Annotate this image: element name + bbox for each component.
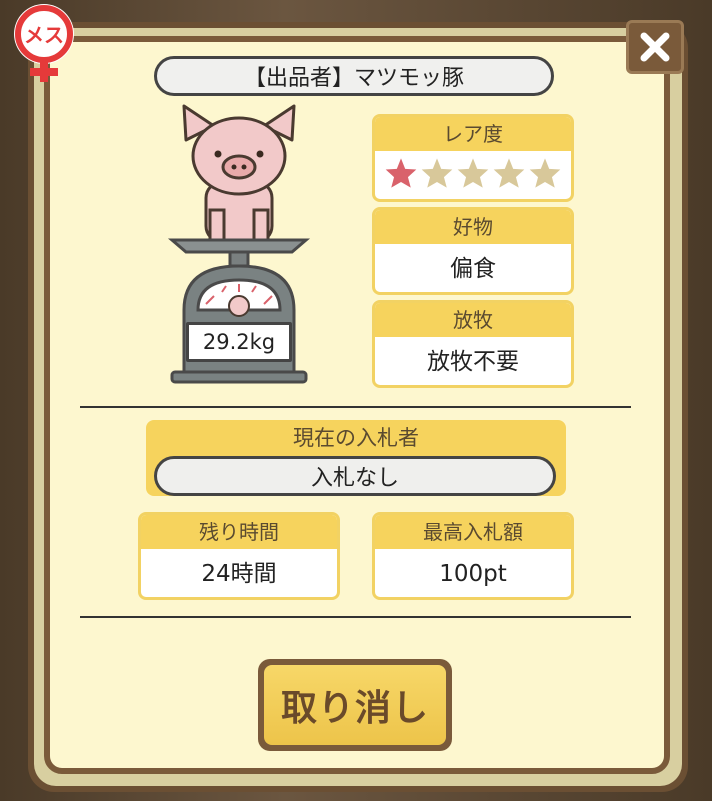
favorite-food-card: 好物 偏食 [372, 207, 574, 295]
grazing-title: 放牧 [375, 303, 571, 337]
rarity-card: レア度 [372, 114, 574, 202]
cancel-button-label: 取り消し [264, 665, 446, 745]
rarity-stars [375, 151, 571, 189]
remaining-time-value: 24時間 [201, 561, 277, 587]
remaining-time-title: 残り時間 [141, 515, 337, 549]
highest-bid-title: 最高入札額 [375, 515, 571, 549]
grazing-card: 放牧 放牧不要 [372, 300, 574, 388]
grazing-value: 放牧不要 [427, 349, 519, 375]
female-gender-badge: メス [12, 2, 76, 84]
star-icon [457, 158, 489, 188]
current-bidder-value: 入札なし [154, 456, 556, 496]
favorite-food-title: 好物 [375, 210, 571, 244]
star-icon [529, 158, 561, 188]
divider-top [80, 406, 631, 408]
remaining-time-card: 残り時間 24時間 [138, 512, 340, 600]
cancel-button[interactable]: 取り消し [258, 659, 452, 751]
highest-bid-value: 100pt [439, 561, 507, 587]
rarity-title: レア度 [375, 117, 571, 151]
seller-name: 【出品者】マツモッ豚 [154, 56, 554, 96]
highest-bid-card: 最高入札額 100pt [372, 512, 574, 600]
current-bidder-title: 現在の入札者 [293, 426, 419, 450]
close-button[interactable] [626, 20, 684, 74]
star-icon [421, 158, 453, 188]
divider-bottom [80, 616, 631, 618]
pig-weight: 29.2kg [186, 322, 292, 362]
star-icon [385, 158, 417, 188]
favorite-food-value: 偏食 [450, 256, 496, 282]
star-icon [493, 158, 525, 188]
close-icon [640, 32, 670, 62]
gender-badge-label: メス [24, 23, 64, 47]
